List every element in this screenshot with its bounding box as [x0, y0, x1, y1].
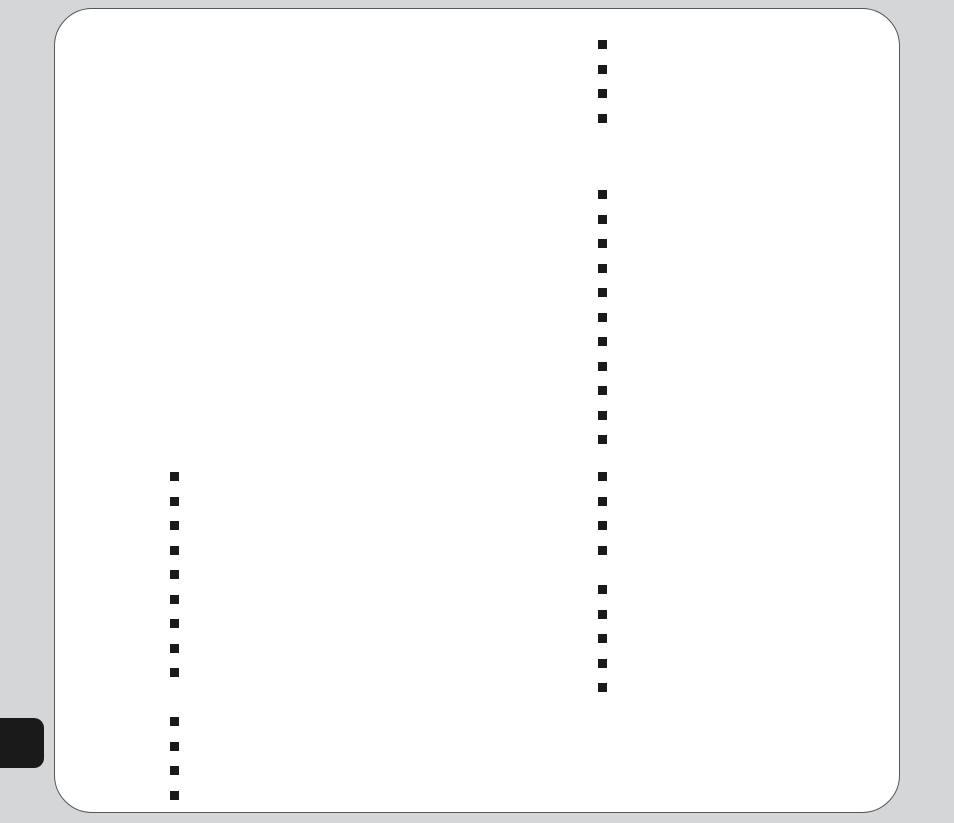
- bullet-marker: [598, 264, 607, 273]
- bullet-marker: [598, 215, 607, 224]
- bullet-marker: [598, 65, 607, 74]
- side-tab: [0, 718, 44, 768]
- bullet-marker: [598, 239, 607, 248]
- bullet-marker: [598, 585, 607, 594]
- bullet-marker: [170, 766, 179, 775]
- bullet-marker: [170, 497, 179, 506]
- bullet-marker: [598, 497, 607, 506]
- bullet-marker: [170, 521, 179, 530]
- bullet-marker: [170, 619, 179, 628]
- bullet-marker: [598, 288, 607, 297]
- bullet-marker: [170, 546, 179, 555]
- bullet-marker: [598, 472, 607, 481]
- bullet-marker: [170, 742, 179, 751]
- bullet-marker: [598, 659, 607, 668]
- bullet-marker: [598, 362, 607, 371]
- bullet-marker: [598, 521, 607, 530]
- bullet-marker: [170, 791, 179, 800]
- bullet-marker: [170, 668, 179, 677]
- document-page: [54, 8, 900, 813]
- bullet-marker: [170, 595, 179, 604]
- bullet-marker: [598, 40, 607, 49]
- bullet-marker: [170, 717, 179, 726]
- bullet-marker: [598, 546, 607, 555]
- bullet-marker: [170, 472, 179, 481]
- bullet-marker: [170, 644, 179, 653]
- bullet-marker: [170, 570, 179, 579]
- bullet-marker: [598, 411, 607, 420]
- bullet-marker: [598, 634, 607, 643]
- bullet-marker: [598, 386, 607, 395]
- bullet-marker: [598, 114, 607, 123]
- bullet-marker: [598, 610, 607, 619]
- bullet-marker: [598, 313, 607, 322]
- bullet-marker: [598, 190, 607, 199]
- bullet-marker: [598, 683, 607, 692]
- bullet-marker: [598, 435, 607, 444]
- bullet-marker: [598, 89, 607, 98]
- bullet-marker: [598, 337, 607, 346]
